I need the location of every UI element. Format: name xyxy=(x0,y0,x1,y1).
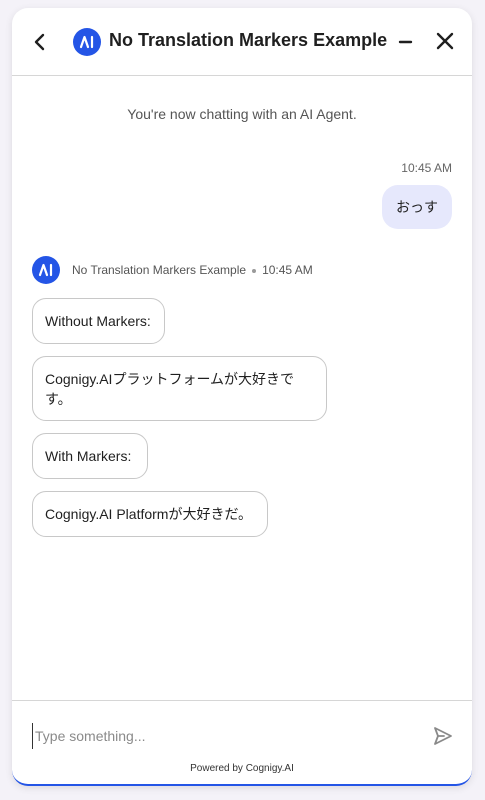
bot-message-meta: No Translation Markers Example 10:45 AM xyxy=(72,263,313,277)
send-icon xyxy=(434,727,452,745)
system-message: You're now chatting with an AI Agent. xyxy=(127,106,357,122)
send-button[interactable] xyxy=(432,725,454,747)
bot-avatar xyxy=(32,256,60,284)
back-button[interactable] xyxy=(28,28,52,56)
message-input[interactable] xyxy=(32,723,417,749)
minimize-button[interactable] xyxy=(394,30,418,54)
close-icon xyxy=(436,32,454,50)
bot-message-time: 10:45 AM xyxy=(262,263,313,277)
powered-by-link[interactable]: Powered by Cognigy.AI xyxy=(12,763,472,774)
chat-widget: No Translation Markers Example You're no… xyxy=(12,8,472,786)
chat-header: No Translation Markers Example xyxy=(12,8,472,76)
bot-name: No Translation Markers Example xyxy=(72,263,247,277)
bot-message-bubble: Without Markers: xyxy=(32,298,165,344)
bot-message-bubble: Cognigy.AI Platformが大好きだ。 xyxy=(32,491,268,537)
composer-area: Powered by Cognigy.AI xyxy=(12,700,472,784)
user-message-bubble: おっす xyxy=(382,185,452,229)
bot-message-bubble: Cognigy.AIプラットフォームが大好きです。 xyxy=(32,356,327,421)
bot-message-bubble: With Markers: xyxy=(32,433,148,479)
user-message-time: 10:45 AM xyxy=(401,161,452,175)
separator-dot xyxy=(252,268,257,273)
ai-logo-icon xyxy=(73,28,101,56)
minimize-icon xyxy=(398,40,413,44)
chevron-left-icon xyxy=(34,33,45,51)
close-button[interactable] xyxy=(432,28,458,54)
chat-title: No Translation Markers Example xyxy=(109,30,388,50)
